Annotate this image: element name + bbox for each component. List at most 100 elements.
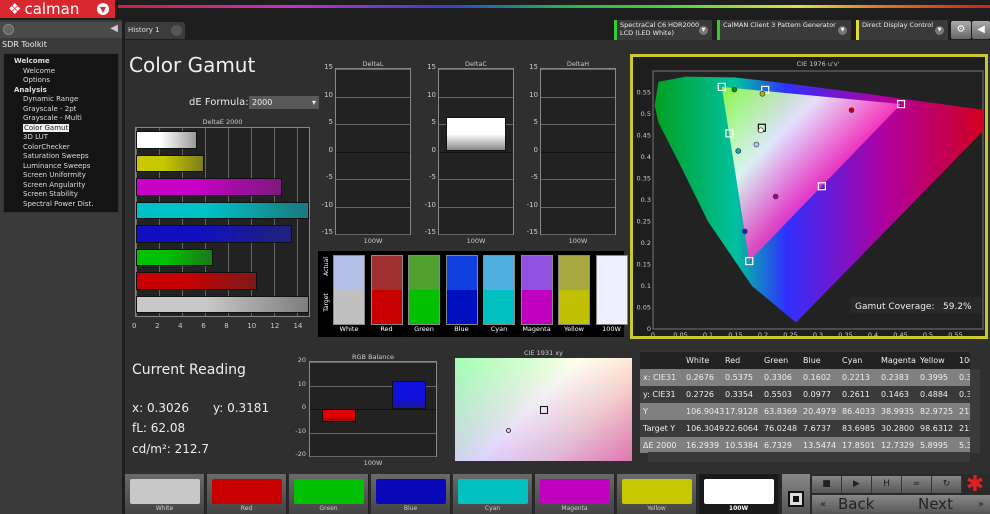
swatch-label: 100W	[602, 325, 621, 333]
measured-point-green	[731, 86, 738, 93]
pattern-button-yellow[interactable]: Yellow	[617, 474, 697, 514]
x-tick-label: 0.35	[838, 331, 852, 336]
grid-line	[336, 206, 410, 208]
y-tick-label: 0.35	[637, 175, 651, 183]
column-header[interactable]: Cyan	[842, 352, 881, 369]
pattern-button-blue[interactable]: Blue	[371, 474, 451, 514]
deltac-title: DeltaC	[465, 60, 487, 68]
table-row: ΔE 2000 16.2939 10.5384 6.7329 13.5474 17.850…	[640, 437, 970, 453]
column-header[interactable]: White	[686, 352, 725, 369]
sidebar-item-saturation-sweeps[interactable]: Saturation Sweeps	[4, 152, 118, 162]
column-header[interactable]	[640, 352, 686, 369]
y-tick-label: 10	[427, 90, 436, 99]
sidebar-item-3d-lut[interactable]: 3D LUT	[4, 133, 118, 143]
diamond-logo-icon: ❖	[8, 0, 22, 18]
table-cell: 20.4979	[803, 407, 837, 416]
rgb-bar-red	[322, 409, 356, 422]
pattern-button-cyan[interactable]: Cyan	[453, 474, 533, 514]
sidebar-item-label: Luminance Sweeps	[23, 161, 91, 170]
tab-history-1[interactable]: History 1	[125, 22, 185, 39]
table-cell: 0.2213	[842, 373, 870, 382]
y-tick-label: 5	[431, 118, 436, 126]
x-tick-label: 0.55	[948, 331, 962, 336]
sidebar-item-color-gamut[interactable]: Color Gamut	[4, 123, 118, 134]
actual-color	[371, 256, 402, 290]
de-formula-select[interactable]: 2000	[249, 96, 319, 109]
sidebar-item-grayscale-2pt[interactable]: Grayscale - 2pt	[4, 105, 118, 115]
table-cell: 212.7	[959, 407, 970, 416]
deltae-bar-white	[136, 131, 198, 149]
actual-color	[521, 256, 552, 290]
settings-gear-icon[interactable]: ⚙	[951, 21, 971, 39]
display-control-selector[interactable]: Direct Display Control ▼	[856, 20, 948, 40]
sidebar-item-screen-angularity[interactable]: Screen Angularity	[4, 181, 118, 191]
grid-line	[439, 96, 513, 98]
column-header[interactable]: Blue	[803, 352, 842, 369]
sidebar-item-screen-stability[interactable]: Screen Stability	[4, 190, 118, 200]
asterisk-icon[interactable]: ✱	[963, 472, 987, 497]
sidebar-item-analysis[interactable]: Analysis	[4, 86, 118, 96]
chevron-down-icon[interactable]: ▼	[838, 26, 847, 35]
pattern-button-red[interactable]: Red	[207, 474, 287, 514]
swatch-label: Magenta	[522, 325, 551, 333]
sidebar-item-welcome[interactable]: Welcome	[4, 57, 118, 67]
column-header[interactable]: Green	[764, 352, 803, 369]
cie-1931-chart	[455, 358, 632, 461]
stop-button[interactable]: ■	[812, 476, 842, 493]
sidebar-item-label: Color Gamut	[23, 123, 70, 132]
loop-button[interactable]: ∞	[902, 476, 932, 493]
pattern-button-magenta[interactable]: Magenta	[535, 474, 615, 514]
meter-selector[interactable]: SpectraCal C6 HDR2000 LCD (LED White) ▼	[614, 20, 712, 40]
chevron-down-icon[interactable]: ▼	[97, 3, 109, 15]
chevron-down-icon[interactable]: ▼	[935, 26, 944, 35]
play-button[interactable]: ▶	[842, 476, 872, 493]
collapse-right-icon[interactable]: ◀	[972, 21, 990, 39]
swatch-red	[370, 255, 403, 325]
back-button[interactable]: « Back	[812, 495, 912, 514]
chevron-down-icon[interactable]: ▼	[699, 26, 708, 35]
sidebar-item-dynamic-range[interactable]: Dynamic Range	[4, 95, 118, 105]
sidebar-item-screen-uniformity[interactable]: Screen Uniformity	[4, 171, 118, 181]
pattern-label: Blue	[403, 505, 418, 512]
next-button[interactable]: Next »	[912, 495, 990, 514]
swatch-yellow	[558, 255, 590, 325]
deltae-bar-green	[136, 248, 214, 266]
column-header[interactable]: Magenta	[881, 352, 920, 369]
add-tab-icon[interactable]	[171, 25, 182, 36]
column-header[interactable]: Red	[725, 352, 764, 369]
table-cell: 0.2611	[842, 390, 870, 399]
sidebar-item-luminance-sweeps[interactable]: Luminance Sweeps	[4, 162, 118, 172]
sidebar-item-spectral-power-dist-[interactable]: Spectral Power Dist.	[4, 200, 118, 210]
loop-icon: ∞	[912, 479, 921, 489]
sidebar-header: ◀	[0, 22, 122, 38]
pattern-generator-selector[interactable]: CalMAN Client 3 Pattern Generator ▼	[717, 20, 851, 40]
sidebar-item-colorchecker[interactable]: ColorChecker	[4, 143, 118, 153]
refresh-button[interactable]: ↻	[932, 476, 962, 493]
table-horizontal-scrollbar[interactable]	[648, 452, 970, 462]
pattern-color-swatch	[212, 479, 282, 504]
pin-icon[interactable]	[3, 24, 14, 35]
gamut-coverage-value: 59.2%	[943, 302, 972, 312]
reading-x: x: 0.3026	[132, 401, 189, 415]
actual-color	[446, 256, 477, 290]
sidebar-item-grayscale-multi[interactable]: Grayscale - Multi	[4, 114, 118, 124]
sidebar-item-welcome[interactable]: Welcome	[4, 67, 118, 77]
collapse-sidebar-icon[interactable]: ◀	[110, 23, 118, 34]
y-tick-label: 20	[297, 356, 306, 364]
measured-point-blue	[742, 228, 748, 235]
pattern-button-100w[interactable]: 100W	[699, 474, 779, 514]
sidebar-item-options[interactable]: Options	[4, 76, 118, 86]
column-header[interactable]: Yellow	[920, 352, 959, 369]
pattern-color-swatch	[458, 479, 528, 504]
pattern-button-green[interactable]: Green	[289, 474, 369, 514]
column-header[interactable]: 100W	[959, 352, 970, 369]
pattern-button-white[interactable]: White	[125, 474, 205, 514]
table-cell: y: CIE31	[643, 390, 676, 399]
calman-logo[interactable]: ❖ calman ▼	[0, 0, 115, 18]
rgb-balance-x-label: 100W	[363, 459, 383, 467]
deltal-title: DeltaL	[362, 60, 384, 68]
grid-line	[541, 179, 615, 180]
table-vertical-scrollbar[interactable]	[970, 369, 980, 453]
display-pattern-toggle[interactable]	[782, 474, 810, 514]
hold-button[interactable]: H	[872, 476, 902, 493]
